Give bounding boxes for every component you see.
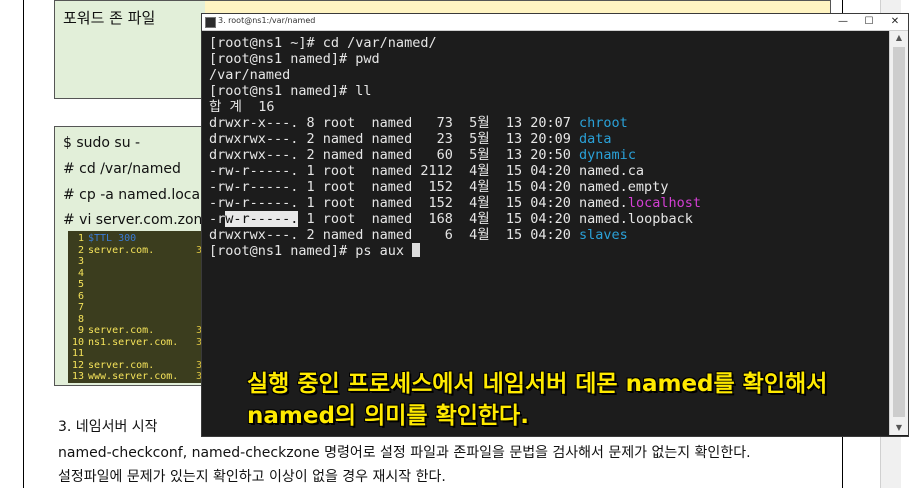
terminal-scrollbar[interactable]: ▲ ▼ <box>889 31 908 435</box>
line-number: 9 <box>77 325 84 336</box>
terminal-text: dynamic <box>579 147 636 163</box>
terminal-text: drwxrwx---. 2 named named 6 4월 15 04:20 <box>209 227 580 243</box>
terminal-text: drwxrwx---. 2 named named 23 5월 13 20:09 <box>209 131 580 147</box>
terminal-text: [root@ns1 named]# pwd <box>209 51 380 67</box>
code-row: 6 <box>68 291 84 303</box>
close-button[interactable]: ✕ <box>882 14 908 30</box>
paragraph-line: 설정파일에 문제가 있는지 확인하고 이상이 없을 경우 재시작 한다. <box>58 469 446 485</box>
terminal-text: 1 root named 168 4월 15 04:20 named.loopb… <box>298 211 693 227</box>
maximize-button[interactable]: ☐ <box>856 14 882 30</box>
terminal-text: localhost <box>627 195 701 211</box>
line-number: 3 <box>77 256 84 267</box>
command-line: # vi server.com.zone <box>63 212 212 228</box>
terminal-line: drwxrwx---. 2 named named 60 5월 13 20:50… <box>209 147 636 163</box>
forward-zone-label: 포워드 존 파일 <box>63 9 156 27</box>
code-row: 4 <box>68 268 84 280</box>
terminal-line: -rw-r-----. 1 root named 152 4월 15 04:20… <box>209 195 701 211</box>
terminal-text: -rw-r-----. 1 root named 152 4월 15 04:20… <box>209 179 669 195</box>
line-number: 10 <box>71 336 84 348</box>
video-subtitle-line: 실행 중인 프로세스에서 네임서버 데몬 named를 확인해서 <box>247 371 828 397</box>
line-number: 1 <box>77 233 84 244</box>
terminal-text: chroot <box>579 115 628 131</box>
scroll-down-arrow-icon[interactable]: ▼ <box>890 421 908 435</box>
code-text: server.com. <box>88 359 155 371</box>
terminal-line: -rw-r-----. 1 root named 2112 4월 15 04:2… <box>209 163 644 179</box>
line-number: 8 <box>77 313 84 325</box>
terminal-text: -r <box>209 211 226 227</box>
code-row: 10 ns1.server.com. 3 <box>68 336 202 349</box>
terminal-app-icon <box>205 17 216 28</box>
terminal-text: -rw-r-----. 1 root named 2112 4월 15 04:2… <box>209 163 645 179</box>
terminal-line: [root@ns1 ~]# cd /var/named/ <box>209 35 437 51</box>
forward-zone-cell: 포워드 존 파일 <box>55 1 206 98</box>
line-number: 2 <box>77 244 84 256</box>
scroll-up-arrow-icon[interactable]: ▲ <box>890 31 908 45</box>
line-number: 5 <box>77 279 84 290</box>
code-text: www.server.com. <box>88 371 179 382</box>
code-row: 3 <box>68 256 84 268</box>
terminal-line: drwxrwx---. 2 named named 23 5월 13 20:09… <box>209 131 612 147</box>
command-line: $ sudo su - <box>63 135 141 151</box>
terminal-line: [root@ns1 named]# ll <box>209 83 372 99</box>
terminal-text: /var/named <box>209 67 291 83</box>
terminal-output[interactable]: [root@ns1 named]# ps aux drwxrwx---. 2 n… <box>202 31 888 436</box>
terminal-text: w-r-----. <box>225 211 299 227</box>
terminal-line: [root@ns1 named]# pwd <box>209 51 380 67</box>
terminal-text: [root@ns1 ~]# cd /var/named/ <box>209 35 437 51</box>
code-text: server.com. <box>88 325 155 336</box>
terminal-window-title: 3. root@ns1:/var/named <box>218 16 316 25</box>
code-row: 1 $TTL 300 <box>68 233 136 245</box>
terminal-text: drwxr-x---. 8 root named 73 5월 13 20:07 <box>209 115 580 131</box>
line-number: 4 <box>77 267 84 279</box>
terminal-scrollbar-thumb[interactable] <box>893 47 905 417</box>
terminal-line: drwxr-x---. 8 root named 73 5월 13 20:07 … <box>209 115 628 131</box>
section-title: 3. 네임서버 시작 <box>58 419 158 435</box>
terminal-text: slaves <box>579 227 628 243</box>
terminal-line: -rw-r-----. 1 root named 168 4월 15 04:20… <box>209 211 693 227</box>
zone-file-code-panel: 1 $TTL 300 2 server.com. 3 3 4 5 6 7 8 9 server.com.… <box>68 231 204 383</box>
terminal-line: drwxrwx---. 2 named named 6 4월 15 04:20 … <box>209 227 628 243</box>
line-number: 6 <box>77 290 84 302</box>
code-row: 5 <box>68 279 84 291</box>
paragraph-line: named-checkconf, named-checkzone 명령어로 설정… <box>58 445 751 461</box>
code-row: 12 server.com. 3 <box>68 359 202 372</box>
terminal-line: -rw-r-----. 1 root named 152 4월 15 04:20… <box>209 179 668 195</box>
terminal-line: [root@ns1 named]# ps aux <box>209 243 421 259</box>
code-row: 7 <box>68 302 84 314</box>
document-left-border <box>23 0 24 488</box>
line-number: 13 <box>71 371 84 382</box>
terminal-text: [root@ns1 named]# ps aux <box>209 243 413 259</box>
terminal-text: 합 계 16 <box>209 99 275 115</box>
code-text: ns1.server.com. <box>88 336 179 348</box>
terminal-titlebar[interactable]: 3. root@ns1:/var/named — ☐ ✕ <box>202 14 908 31</box>
terminal-window[interactable]: 3. root@ns1:/var/named — ☐ ✕ [root@ns1 n… <box>201 13 909 437</box>
code-row: 8 <box>68 314 84 326</box>
line-number: 11 <box>71 348 84 359</box>
code-row: 9 server.com. 3 <box>68 325 202 337</box>
terminal-cursor <box>412 243 421 257</box>
line-number: 12 <box>71 359 84 371</box>
line-number: 7 <box>77 302 84 313</box>
code-row: 2 server.com. 3 <box>68 244 202 257</box>
code-text: $TTL 300 <box>88 233 137 244</box>
terminal-text: drwxrwx---. 2 named named 60 5월 13 20:50 <box>209 147 580 163</box>
code-text: server.com. <box>88 244 155 256</box>
command-line: # cp -a named.localh <box>63 187 213 203</box>
terminal-line: /var/named <box>209 67 290 83</box>
code-row: 11 <box>68 348 84 360</box>
video-subtitle-line: named의 의미를 확인한다. <box>247 403 529 429</box>
terminal-text: data <box>579 131 612 147</box>
terminal-text: [root@ns1 named]# ll <box>209 83 372 99</box>
terminal-text: -rw-r-----. 1 root named 152 4월 15 04:20… <box>209 195 628 211</box>
code-row: 13 www.server.com. 3 <box>68 371 202 383</box>
terminal-line: 합 계 16 <box>209 99 274 115</box>
command-line: # cd /var/named <box>63 161 181 177</box>
minimize-button[interactable]: — <box>830 14 856 30</box>
